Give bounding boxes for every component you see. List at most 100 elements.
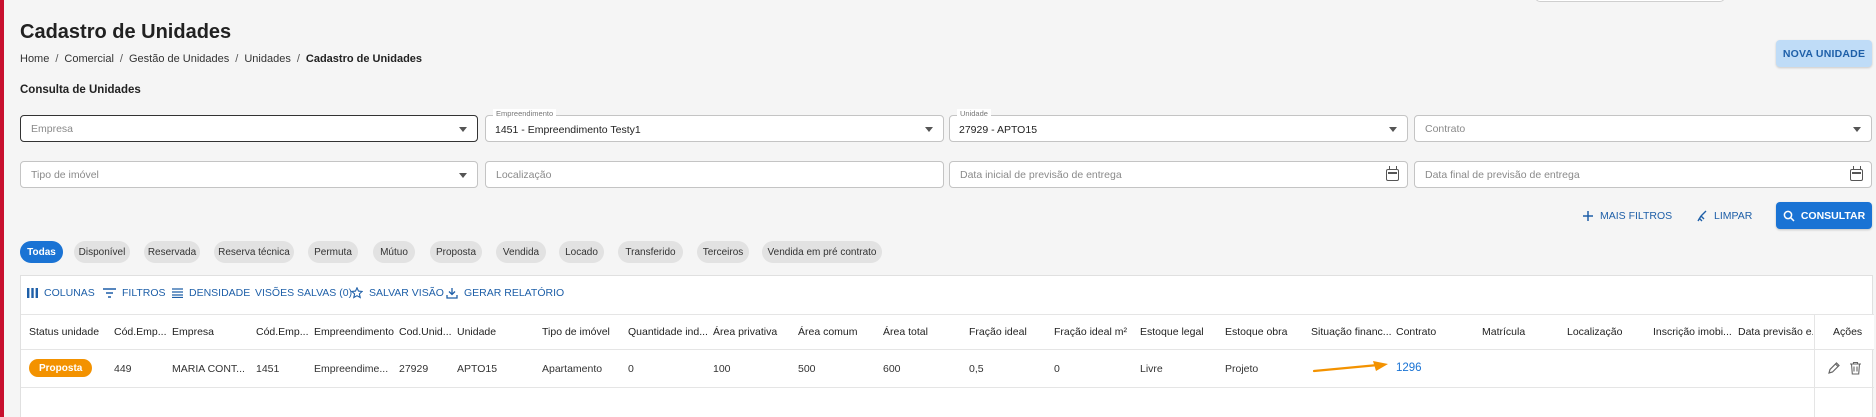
chip-vendida[interactable]: Vendida — [496, 241, 546, 263]
cell-cod-empresa: 449 — [114, 363, 132, 375]
col-header-unidade[interactable]: Unidade — [457, 326, 542, 338]
broom-icon — [1697, 210, 1707, 222]
col-header-area-privativa[interactable]: Área privativa — [713, 326, 797, 338]
data-inicial-input[interactable]: Data inicial de previsão de entrega — [949, 161, 1408, 188]
top-search-field[interactable] — [1535, 0, 1725, 2]
col-header-empreendimento[interactable]: Empreendimento — [314, 326, 399, 338]
chevron-down-icon[interactable] — [459, 173, 467, 178]
breadcrumb-unidades[interactable]: Unidades — [244, 53, 290, 65]
filters-button[interactable]: FILTROS — [103, 286, 166, 300]
section-title: Consulta de Unidades — [20, 84, 141, 96]
generate-report-button[interactable]: GERAR RELATÓRIO — [446, 286, 564, 300]
clear-button[interactable]: LIMPAR — [1696, 208, 1752, 224]
col-header-cod-empreendimento[interactable]: Cód.Emp... — [256, 326, 314, 338]
cell-estoque-legal: Livre — [1140, 363, 1163, 375]
col-header-cod-unidade[interactable]: Cod.Unid... — [399, 326, 457, 338]
calendar-icon[interactable] — [1850, 166, 1863, 181]
save-view-button[interactable]: SALVAR VISÃO — [351, 286, 444, 300]
col-header-inscricao-imobiliaria[interactable]: Inscrição imobi... — [1653, 326, 1737, 338]
data-final-input[interactable]: Data final de previsão de entrega — [1414, 161, 1872, 188]
chevron-down-icon[interactable] — [925, 127, 933, 132]
unidade-label: Unidade — [957, 109, 991, 118]
breadcrumb-current: Cadastro de Unidades — [305, 53, 423, 65]
tipo-imovel-select[interactable]: Tipo de imóvel — [20, 161, 478, 188]
breadcrumb-home[interactable]: Home — [20, 53, 49, 65]
breadcrumb-gestao-unidades[interactable]: Gestão de Unidades — [129, 53, 229, 65]
chip-transferido[interactable]: Transferido — [618, 241, 683, 263]
col-header-fracao-ideal[interactable]: Fração ideal — [969, 326, 1053, 338]
calendar-icon[interactable] — [1386, 166, 1399, 181]
annotation-arrow-icon — [1312, 361, 1388, 373]
chevron-down-icon[interactable] — [459, 127, 467, 132]
chip-disponivel[interactable]: Disponível — [74, 241, 130, 263]
localizacao-input[interactable]: Localização — [485, 161, 944, 188]
breadcrumb-separator: / — [55, 53, 59, 65]
chip-reservada[interactable]: Reservada — [144, 241, 200, 263]
units-grid: COLUNAS FILTROS DENSIDADE VISÕES SALVAS … — [20, 275, 1874, 417]
col-header-estoque-legal[interactable]: Estoque legal — [1140, 326, 1224, 338]
trash-icon[interactable] — [1849, 361, 1862, 375]
col-header-fracao-ideal-m2[interactable]: Fração ideal m² — [1054, 326, 1138, 338]
empresa-select[interactable]: Empresa — [20, 115, 478, 142]
search-label: CONSULTAR — [1800, 209, 1866, 222]
saved-views-label: VISÕES SALVAS (0) — [255, 287, 353, 299]
col-header-contrato[interactable]: Contrato — [1396, 326, 1480, 338]
unidade-select[interactable]: Unidade 27929 - APTO15 — [949, 109, 1408, 142]
cell-estoque-obra: Projeto — [1225, 363, 1259, 375]
chip-vendida-pre-contrato[interactable]: Vendida em pré contrato — [762, 241, 882, 263]
grid-header: Status unidade Cód.Emp... Empresa Cód.Em… — [21, 314, 1874, 350]
density-button[interactable]: DENSIDADE — [172, 286, 250, 300]
chevron-down-icon[interactable] — [1853, 127, 1861, 132]
data-inicial-placeholder: Data inicial de previsão de entrega — [960, 169, 1122, 181]
search-icon — [1783, 210, 1795, 222]
contract-link[interactable]: 1296 — [1396, 362, 1422, 374]
cell-cod-empreendimento: 1451 — [256, 363, 280, 375]
empreendimento-select[interactable]: Empreendimento 1451 - Empreendimento Tes… — [485, 109, 944, 142]
cell-fracao-ideal: 0,5 — [969, 363, 984, 375]
chip-locado[interactable]: Locado — [559, 241, 604, 263]
cell-empreendimento: Empreendime... — [314, 363, 389, 375]
breadcrumb: Home / Comercial / Gestão de Unidades / … — [20, 53, 422, 65]
chip-reserva-tecnica[interactable]: Reserva técnica — [214, 241, 294, 263]
breadcrumb-comercial[interactable]: Comercial — [64, 53, 114, 65]
col-header-quantidade[interactable]: Quantidade ind... — [628, 326, 712, 338]
col-header-estoque-obra[interactable]: Estoque obra — [1225, 326, 1309, 338]
cell-tipo-imovel: Apartamento — [542, 363, 603, 375]
breadcrumb-separator: / — [119, 53, 123, 65]
contrato-placeholder: Contrato — [1425, 123, 1466, 135]
col-header-empresa[interactable]: Empresa — [172, 326, 252, 338]
chip-terceiros[interactable]: Terceiros — [697, 241, 749, 263]
edit-icon[interactable] — [1827, 361, 1841, 375]
col-header-status-unidade[interactable]: Status unidade — [29, 326, 104, 338]
breadcrumb-separator: / — [235, 53, 239, 65]
col-header-tipo-imovel[interactable]: Tipo de imóvel — [542, 326, 627, 338]
contrato-select[interactable]: Contrato — [1414, 115, 1872, 142]
columns-button[interactable]: COLUNAS — [27, 286, 95, 300]
columns-label: COLUNAS — [44, 287, 95, 299]
star-icon — [351, 287, 363, 299]
col-header-situacao-financeira[interactable]: Situação financ... — [1311, 326, 1395, 338]
saved-views-button[interactable]: VISÕES SALVAS (0) — [255, 286, 352, 300]
col-header-localizacao[interactable]: Localização — [1567, 326, 1651, 338]
col-header-area-comum[interactable]: Área comum — [798, 326, 882, 338]
col-header-matricula[interactable]: Matrícula — [1482, 326, 1566, 338]
col-header-area-total[interactable]: Área total — [883, 326, 967, 338]
cell-empresa: MARIA CONT... — [172, 363, 245, 375]
col-header-cod-empresa[interactable]: Cód.Emp... — [114, 326, 172, 338]
save-view-label: SALVAR VISÃO — [369, 287, 444, 299]
more-filters-label: MAIS FILTROS — [1600, 210, 1673, 222]
chip-mutuo[interactable]: Mútuo — [373, 241, 415, 263]
new-unit-button[interactable]: NOVA UNIDADE — [1776, 40, 1872, 67]
search-button[interactable]: CONSULTAR — [1776, 202, 1872, 229]
empresa-placeholder: Empresa — [31, 123, 74, 135]
chip-proposta[interactable]: Proposta — [430, 241, 482, 263]
actions-column-divider — [1814, 314, 1815, 417]
table-row[interactable]: Proposta 449 MARIA CONT... 1451 Empreend… — [21, 350, 1874, 388]
cell-cod-unidade: 27929 — [399, 363, 429, 375]
chip-todas[interactable]: Todas — [20, 241, 63, 263]
chevron-down-icon[interactable] — [1389, 127, 1397, 132]
cell-quantidade: 0 — [628, 363, 634, 375]
more-filters-button[interactable]: MAIS FILTROS — [1582, 208, 1672, 224]
col-header-data-previsao[interactable]: Data previsão e... — [1738, 326, 1813, 338]
chip-permuta[interactable]: Permuta — [308, 241, 358, 263]
